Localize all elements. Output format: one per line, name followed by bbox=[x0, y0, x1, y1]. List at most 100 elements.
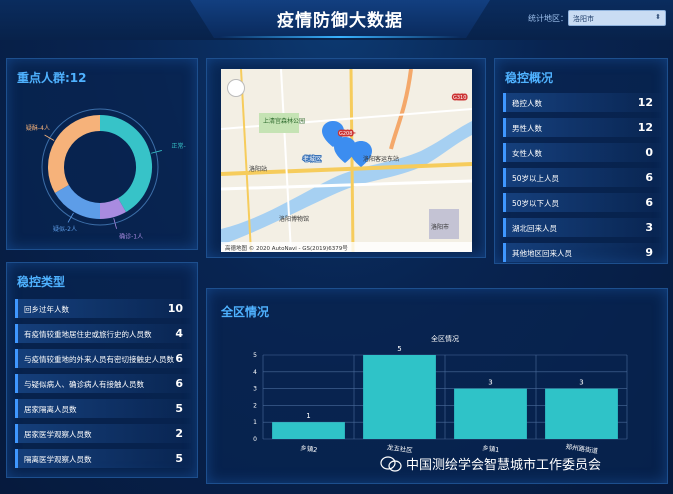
overview-title: 稳控概况 bbox=[505, 71, 554, 85]
overview-item-value: 6 bbox=[645, 196, 653, 209]
control-type-item: 居家隔离人员数 5 bbox=[15, 399, 191, 418]
control-type-value: 5 bbox=[175, 452, 183, 465]
control-types-title: 稳控类型 bbox=[17, 275, 66, 289]
overview-item: 女性人数 0 bbox=[503, 143, 661, 162]
map-panel: 洛阳站 上清宫森林公园 老城区 洛阳客运东站 洛阳博物馆 洛阳市 G208 G3… bbox=[206, 58, 486, 258]
district-title: 全区情况 bbox=[221, 305, 270, 319]
map-road bbox=[389, 69, 413, 150]
control-type-value: 6 bbox=[175, 377, 183, 390]
overview-item: 湖北回来人员 3 bbox=[503, 218, 661, 237]
map-label: 老城区 bbox=[303, 155, 321, 163]
control-type-item: 有疫情较重地居住史或旅行史的人员数 4 bbox=[15, 324, 191, 343]
control-type-value: 5 bbox=[175, 402, 183, 415]
control-types-panel: 稳控类型 回乡过年人数 10 有疫情较重地居住史或旅行史的人员数 4 与疫情较重地的外来… bbox=[6, 262, 198, 478]
y-tick-label: 5 bbox=[253, 352, 257, 359]
control-type-label: 有疫情较重地居住史或旅行史的人员数 bbox=[24, 330, 152, 339]
map-road bbox=[349, 69, 355, 252]
overview-item-value: 9 bbox=[645, 246, 653, 259]
y-tick-label: 4 bbox=[253, 369, 257, 376]
map-label: 洛阳市 bbox=[431, 223, 449, 231]
header-bar: 疫情防御大数据 统计地区： 洛阳市 ⬍ bbox=[0, 0, 673, 40]
map-road bbox=[221, 108, 472, 130]
overview-panel: 稳控概况 稳控人数 12 男性人数 12 女性人数 0 50岁以上人员 6 50岁以下人员 6 湖北… bbox=[494, 58, 668, 264]
map-label: 洛阳站 bbox=[249, 165, 267, 173]
bar-value-label: 1 bbox=[306, 412, 310, 420]
overview-item-label: 50岁以下人员 bbox=[512, 199, 560, 208]
donut-slice[interactable] bbox=[99, 115, 152, 213]
overview-item: 稳控人数 12 bbox=[503, 93, 661, 112]
control-type-label: 居家隔离人员数 bbox=[24, 405, 77, 414]
overview-item-label: 50岁以上人员 bbox=[512, 174, 560, 183]
donut-label: 确诊-1人 bbox=[119, 232, 143, 240]
overview-item-value: 0 bbox=[645, 146, 653, 159]
region-label: 统计地区： bbox=[528, 14, 568, 23]
control-type-label: 隔离医学观察人员数 bbox=[24, 455, 92, 464]
overview-item-label: 稳控人数 bbox=[512, 99, 542, 108]
map-label: 洛阳客运东站 bbox=[363, 155, 399, 163]
donut-slice[interactable] bbox=[54, 184, 101, 219]
control-type-item: 回乡过年人数 10 bbox=[15, 299, 191, 318]
control-type-label: 居家医学观察人员数 bbox=[24, 430, 92, 439]
control-type-item: 与疫情较重地的外来人员有密切接触史人员数 6 bbox=[15, 349, 191, 368]
map-zoom-control[interactable] bbox=[227, 79, 245, 97]
control-type-item: 与疑似病人、确诊病人有接触人员数 6 bbox=[15, 374, 191, 393]
district-bar-chart: 全区情况 0123451乡镇25龙五社区3乡镇13郑州路街道 bbox=[253, 334, 628, 455]
overview-item-value: 12 bbox=[637, 96, 653, 109]
bar-value-label: 3 bbox=[579, 379, 583, 387]
chart-bar[interactable] bbox=[363, 355, 436, 439]
overview-item-label: 其他地区回来人员 bbox=[512, 249, 572, 258]
donut-slice[interactable] bbox=[99, 197, 126, 219]
map-view[interactable]: 洛阳站 上清宫森林公园 老城区 洛阳客运东站 洛阳博物馆 洛阳市 G208 G3… bbox=[221, 69, 472, 252]
x-category-label: 乡镇1 bbox=[482, 443, 500, 454]
key-population-panel: 重点人群:12 疑酥-4人正常- 确诊-1人 疑似-2人 bbox=[6, 58, 198, 250]
chart-bar[interactable] bbox=[272, 422, 345, 439]
overview-item: 其他地区回来人员 9 bbox=[503, 243, 661, 262]
chart-title: 全区情况 bbox=[431, 334, 459, 343]
chart-bar[interactable] bbox=[545, 388, 618, 439]
x-category-label: 龙五社区 bbox=[386, 442, 413, 455]
control-type-value: 4 bbox=[175, 327, 183, 340]
x-category-label: 乡镇2 bbox=[300, 443, 318, 454]
control-type-label: 与疑似病人、确诊病人有接触人员数 bbox=[24, 380, 144, 389]
donut-label: 疑酥-4人 bbox=[26, 124, 50, 132]
chart-bar[interactable] bbox=[454, 388, 527, 439]
overview-item: 50岁以下人员 6 bbox=[503, 193, 661, 212]
overview-item-label: 女性人数 bbox=[512, 149, 542, 158]
map-label: G208 bbox=[339, 131, 352, 137]
control-type-item: 居家医学观察人员数 2 bbox=[15, 424, 191, 443]
control-type-value: 2 bbox=[175, 427, 183, 440]
overview-item-value: 12 bbox=[637, 121, 653, 134]
control-type-label: 与疫情较重地的外来人员有密切接触史人员数 bbox=[24, 355, 174, 364]
control-type-value: 6 bbox=[175, 352, 183, 365]
y-tick-label: 0 bbox=[253, 436, 257, 443]
region-select[interactable]: 洛阳市 ⬍ bbox=[568, 10, 666, 26]
key-population-title: 重点人群:12 bbox=[17, 71, 87, 85]
y-tick-label: 1 bbox=[253, 419, 257, 426]
control-type-value: 10 bbox=[167, 302, 183, 315]
overview-item-label: 男性人数 bbox=[512, 124, 542, 133]
overview-item-label: 湖北回来人员 bbox=[512, 224, 557, 233]
map-label: 洛阳博物馆 bbox=[279, 215, 309, 223]
key-population-donut: 疑酥-4人正常- 确诊-1人 疑似-2人 bbox=[26, 108, 186, 240]
watermark-text: 中国测绘学会智慧城市工作委员会 bbox=[406, 458, 602, 473]
wechat-icon bbox=[380, 456, 402, 472]
donut-label: 疑似-2人 bbox=[53, 225, 77, 233]
page-title: 疫情防御大数据 bbox=[277, 11, 403, 31]
overview-item-value: 6 bbox=[645, 171, 653, 184]
bar-value-label: 3 bbox=[488, 379, 492, 387]
donut-slice[interactable] bbox=[48, 115, 101, 193]
control-type-label: 回乡过年人数 bbox=[24, 305, 69, 314]
map-label: G310 bbox=[453, 95, 466, 101]
y-tick-label: 3 bbox=[253, 386, 257, 393]
overview-item: 50岁以上人员 6 bbox=[503, 168, 661, 187]
overview-item-value: 3 bbox=[645, 221, 653, 234]
chevron-down-icon: ⬍ bbox=[655, 13, 661, 21]
overview-item: 男性人数 12 bbox=[503, 118, 661, 137]
map-road bbox=[280, 69, 292, 252]
control-type-item: 隔离医学观察人员数 5 bbox=[15, 449, 191, 468]
donut-label: 正常- bbox=[171, 142, 185, 150]
region-select-value: 洛阳市 bbox=[573, 15, 594, 23]
y-tick-label: 2 bbox=[253, 402, 257, 409]
map-copyright: 高德地图 © 2020 AutoNavi - GS(2019)6379号 bbox=[221, 242, 472, 252]
bar-value-label: 5 bbox=[397, 345, 401, 353]
